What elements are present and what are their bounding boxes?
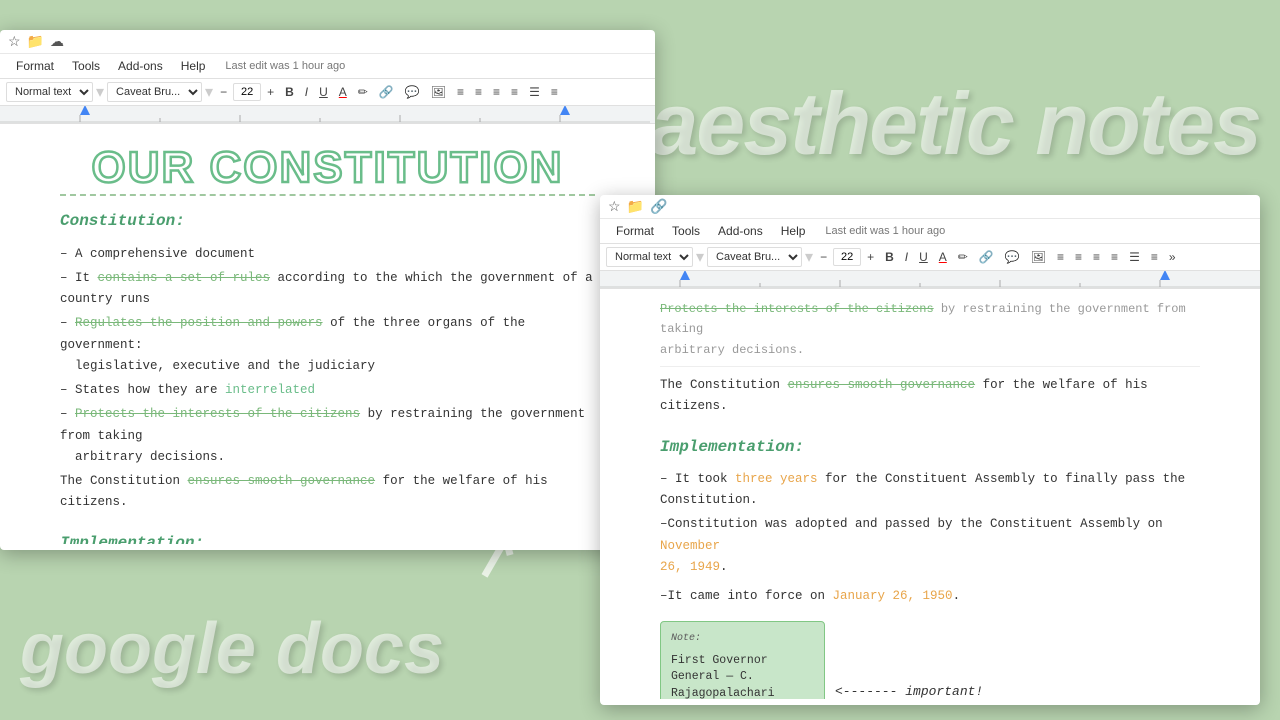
highlight-btn-left[interactable]: ✏ [354,83,372,101]
align-left-btn-right[interactable]: ≡ [1053,248,1068,266]
align-right-btn-right[interactable]: ≡ [1089,248,1104,266]
right-smooth-governance: The Constitution ensures smooth governan… [660,375,1200,418]
italic-btn-right[interactable]: I [901,248,912,266]
menu-tools[interactable]: Tools [64,56,108,76]
left-menu-bar: Format Tools Add-ons Help Last edit was … [0,54,655,79]
link-btn-left[interactable]: 🔗 [375,83,398,101]
left-ruler [0,106,655,124]
line-contains: – It contains a set of rules according t… [60,268,595,311]
align-left-btn[interactable]: ≡ [453,83,468,101]
right-line-january: –It came into force on January 26, 1950. [660,586,1200,607]
font-size-decrease-left[interactable]: − [216,83,231,101]
left-doc-window: ☆ 📁 ☁ Format Tools Add-ons Help Last edi… [0,30,655,550]
menu-addons-right[interactable]: Add-ons [710,221,771,241]
right-format-toolbar: Normal text ▾ Caveat Bru... ▾ − + B I U … [600,244,1260,271]
line-spacing-btn[interactable]: ☰ [525,83,544,101]
right-ruler [600,271,1260,289]
section-heading-constitution-left: Constitution: [60,208,595,235]
right-toolbar-top: ☆ 📁 🔗 [600,195,1260,219]
right-line-november: –Constitution was adopted and passed by … [660,514,1200,578]
font-size-decrease-right[interactable]: − [816,248,831,266]
cloud-icon[interactable]: ☁ [50,33,64,50]
right-partial-top: Protects the interests of the citizens b… [660,299,1200,367]
text-color-btn-right[interactable]: A [935,248,951,266]
underline-btn-left[interactable]: U [315,83,332,101]
font-size-input-right[interactable] [833,248,861,266]
align-justify-btn[interactable]: ≡ [507,83,522,101]
image-btn-left[interactable]: 🖼 [427,83,450,101]
font-size-input-left[interactable] [233,83,261,101]
sticky-note-line1: First Governor General — C. Rajagopalach… [671,653,814,699]
line-protects: – Protects the interests of the citizens… [60,404,595,468]
list-btn[interactable]: ≡ [547,83,562,101]
line-smooth-gov-left: The Constitution ensures smooth governan… [60,471,595,514]
watermark-googledocs: google docs [20,608,444,690]
bold-btn-left[interactable]: B [281,83,298,101]
last-edit-left: Last edit was 1 hour ago [225,60,345,72]
align-center-btn-right[interactable]: ≡ [1071,248,1086,266]
menu-format-right[interactable]: Format [608,221,662,241]
align-justify-btn-right[interactable]: ≡ [1107,248,1122,266]
menu-format[interactable]: Format [8,56,62,76]
line-comprehensive: – A comprehensive document [60,244,595,265]
right-doc-content: Protects the interests of the citizens b… [600,289,1260,699]
left-toolbar-top: ☆ 📁 ☁ [0,30,655,54]
font-select-right[interactable]: Caveat Bru... [707,247,802,267]
left-doc-content: OUR CONSTITUTION Constitution: – A compr… [0,124,655,544]
line-spacing-btn-right[interactable]: ☰ [1125,248,1144,266]
font-size-control-left: − + [216,83,278,101]
underline-btn-right[interactable]: U [915,248,932,266]
line-states-how: – States how they are interrelated [60,380,595,401]
comment-btn-left[interactable]: 💬 [401,83,424,101]
right-doc-window: ☆ 📁 🔗 Format Tools Add-ons Help Last edi… [600,195,1260,705]
section-heading-implementation-right: Implementation: [660,434,1200,461]
last-edit-right: Last edit was 1 hour ago [825,225,945,237]
star-icon[interactable]: ☆ [8,33,21,50]
menu-addons[interactable]: Add-ons [110,56,171,76]
doc-title-left: OUR CONSTITUTION [60,144,595,192]
menu-help[interactable]: Help [173,56,214,76]
comment-btn-right[interactable]: 💬 [1001,248,1024,266]
text-color-btn-left[interactable]: A [335,83,351,101]
highlight-btn-right[interactable]: ✏ [954,248,972,266]
align-right-btn[interactable]: ≡ [489,83,504,101]
image-btn-right[interactable]: 🖼 [1027,248,1050,266]
font-select-left[interactable]: Caveat Bru... [107,82,202,102]
sticky-note-right: Note: First Governor General — C. Rajago… [660,621,825,699]
folder-icon-right[interactable]: 📁 [627,198,644,215]
link-icon-right[interactable]: 🔗 [650,198,667,215]
link-btn-right[interactable]: 🔗 [975,248,998,266]
left-format-toolbar: Normal text ▾ Caveat Bru... ▾ − + B I U … [0,79,655,106]
italic-btn-left[interactable]: I [301,83,312,101]
star-icon-right[interactable]: ☆ [608,198,621,215]
watermark-notes: aesthetic notes [649,80,1260,168]
line-regulates: – Regulates the position and powers of t… [60,313,595,377]
menu-tools-right[interactable]: Tools [664,221,708,241]
font-size-increase-left[interactable]: + [263,83,278,101]
important-label: <------- important! [835,681,983,699]
font-size-increase-right[interactable]: + [863,248,878,266]
right-line-three-years: – It took three years for the Constituen… [660,469,1200,512]
list-btn-right[interactable]: ≡ [1147,248,1162,266]
more-btn-right[interactable]: » [1165,248,1180,266]
align-center-btn[interactable]: ≡ [471,83,486,101]
section-heading-implementation-left: Implementation: [60,530,595,544]
bold-btn-right[interactable]: B [881,248,898,266]
menu-help-right[interactable]: Help [773,221,814,241]
style-select-left[interactable]: Normal text [6,82,93,102]
folder-icon[interactable]: 📁 [27,33,44,50]
sticky-note-title: Note: [671,630,814,647]
font-size-control-right: − + [816,248,878,266]
style-select-right[interactable]: Normal text [606,247,693,267]
right-menu-bar: Format Tools Add-ons Help Last edit was … [600,219,1260,244]
